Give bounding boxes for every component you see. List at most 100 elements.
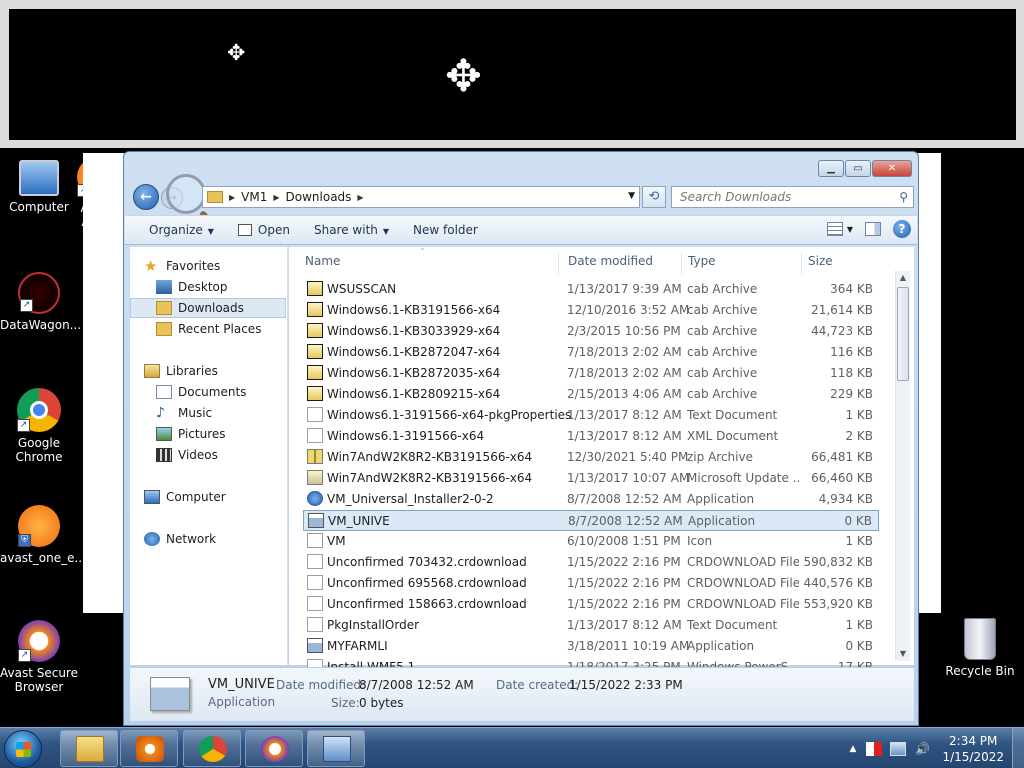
nav-label: Pictures	[178, 427, 226, 441]
taskbar-explorer-button[interactable]	[60, 730, 118, 767]
file-row[interactable]: Unconfirmed 158663.crdownload 1/15/2022 2…	[303, 594, 879, 615]
file-row[interactable]: Windows6.1-3191566-x64 1/13/2017 8:12 AM X…	[303, 426, 879, 447]
new-folder-label: New folder	[413, 223, 478, 237]
nav-pictures[interactable]: Pictures	[130, 424, 286, 444]
nav-libraries[interactable]: Libraries	[144, 361, 300, 381]
file-list[interactable]: Name Date modified Type Size ⌃ WSUSSCAN 1…	[289, 247, 914, 674]
preview-pane-button[interactable]	[865, 222, 881, 236]
scroll-down-icon[interactable]: ▼	[896, 647, 910, 661]
nav-recent-places[interactable]: Recent Places	[130, 319, 286, 339]
start-button[interactable]	[4, 730, 42, 768]
taskbar-media-player-button[interactable]	[120, 730, 178, 767]
recent-places-icon	[156, 322, 172, 336]
maximize-button[interactable]: ▭	[845, 160, 871, 177]
refresh-button[interactable]: ⟲	[642, 186, 666, 208]
nav-label: Computer	[166, 490, 226, 504]
nav-favorites[interactable]: ★ Favorites	[144, 256, 300, 276]
nav-documents[interactable]: Documents	[130, 382, 286, 402]
new-folder-button[interactable]: New folder	[401, 223, 490, 237]
file-row[interactable]: VM_Universal_Installer2-0-2 8/7/2008 12:5…	[303, 489, 879, 510]
nav-videos[interactable]: Videos	[130, 445, 286, 465]
column-header-type[interactable]: Type	[682, 251, 802, 275]
taskbar-avast-browser-button[interactable]	[245, 730, 303, 767]
move-cursor-icon: ✥	[445, 51, 482, 102]
desktop-icon-datawagon[interactable]: ↗ DataWagon...	[0, 272, 81, 332]
minimize-button[interactable]: ▁	[818, 160, 844, 177]
address-bar[interactable]: ▶ VM1 ▶ Downloads ▶ ▼	[202, 186, 640, 208]
organize-button[interactable]: Organize ▼	[137, 223, 226, 237]
desktop-icon-computer[interactable]: Computer	[0, 160, 78, 214]
shortcut-arrow-icon: ↗	[20, 299, 33, 312]
nav-music[interactable]: ♪ Music	[130, 403, 286, 423]
file-row[interactable]: Windows6.1-KB2872035-x64 7/18/2013 2:02 A…	[303, 363, 879, 384]
back-button[interactable]: ←	[133, 184, 159, 210]
file-date-modified: 1/13/2017 8:12 AM	[567, 408, 682, 422]
file-row[interactable]: Windows6.1-KB2809215-x64 2/15/2013 4:06 A…	[303, 384, 879, 405]
file-row[interactable]: Windows6.1-KB3191566-x64 12/10/2016 3:52 …	[303, 300, 879, 321]
avast-one-icon: ⛨	[18, 505, 60, 547]
file-row[interactable]: Win7AndW2K8R2-KB3191566-x64 1/13/2017 10:…	[303, 468, 879, 489]
file-row[interactable]: Win7AndW2K8R2-KB3191566-x64 12/30/2021 5:…	[303, 447, 879, 468]
search-icon[interactable]: ⚲	[899, 190, 908, 204]
column-label: Date modified	[568, 254, 654, 268]
help-button[interactable]: ?	[893, 220, 911, 238]
nav-computer[interactable]: Computer	[144, 487, 300, 507]
taskbar-chrome-button[interactable]	[183, 730, 241, 767]
file-row[interactable]: PkgInstallOrder 1/13/2017 8:12 AM Text Doc…	[303, 615, 879, 636]
volume-icon[interactable]: 🔊	[914, 742, 930, 756]
breadcrumb-separator-icon[interactable]: ▶	[229, 193, 235, 202]
folder-icon	[207, 191, 223, 203]
show-desktop-button[interactable]	[1012, 728, 1024, 768]
file-row[interactable]: VM_UNIVE 8/7/2008 12:52 AM Application 0 KB	[303, 510, 879, 531]
top-window-content[interactable]: ✥ ✥	[9, 9, 1016, 140]
breadcrumb-separator-icon[interactable]: ▶	[273, 193, 279, 202]
desktop-icon-chrome[interactable]: ↗ Google Chrome	[0, 388, 78, 464]
top-window[interactable]: ✥ ✥	[0, 0, 1024, 148]
breadcrumb-separator-icon[interactable]: ▶	[357, 193, 363, 202]
breadcrumb-vm1[interactable]: VM1	[241, 190, 267, 204]
close-button[interactable]: ✕	[872, 160, 912, 177]
nav-desktop[interactable]: Desktop	[130, 277, 286, 297]
vertical-scrollbar[interactable]: ▲ ▼	[895, 271, 910, 661]
column-header-name[interactable]: Name	[299, 251, 559, 275]
clock[interactable]: 2:34 PM 1/15/2022	[942, 733, 1004, 765]
file-row[interactable]: WSUSSCAN 1/13/2017 9:39 AM cab Archive 364 …	[303, 279, 879, 300]
address-dropdown-icon[interactable]: ▼	[628, 191, 635, 201]
file-row[interactable]: Windows6.1-KB2872047-x64 7/18/2013 2:02 A…	[303, 342, 879, 363]
desktop-icon-avast-one[interactable]: ⛨ avast_one_e...	[0, 505, 86, 565]
explorer-window[interactable]: ▁ ▭ ✕ ← → ▶ VM1 ▶ Downloads ▶ ▼ ⟲ Search…	[123, 151, 919, 726]
desktop-icon-recycle-bin[interactable]: Recycle Bin	[940, 618, 1020, 678]
scrollbar-thumb[interactable]	[897, 287, 909, 381]
file-size: 590,832 KB	[803, 555, 873, 569]
change-view-button[interactable]: ▼	[826, 222, 853, 236]
file-type: Icon	[687, 534, 713, 548]
file-type: cab Archive	[687, 282, 758, 296]
desktop-icon	[156, 280, 172, 294]
cab-archive-icon	[307, 386, 323, 401]
scroll-up-icon[interactable]: ▲	[896, 271, 910, 285]
nav-network[interactable]: Network	[144, 529, 300, 549]
open-button[interactable]: Open	[226, 223, 302, 237]
file-row[interactable]: Windows6.1-3191566-x64-pkgProperties 1/13…	[303, 405, 879, 426]
action-center-flag-icon[interactable]	[866, 741, 883, 756]
nav-downloads[interactable]: Downloads	[130, 298, 286, 318]
share-with-button[interactable]: Share with ▼	[302, 223, 401, 237]
search-input[interactable]: Search Downloads ⚲	[671, 186, 914, 208]
file-row[interactable]: Windows6.1-KB3033929-x64 2/3/2015 10:56 P…	[303, 321, 879, 342]
file-row[interactable]: MYFARMLI 3/18/2011 10:19 AM Application 0 K…	[303, 636, 879, 657]
file-row[interactable]: Unconfirmed 695568.crdownload 1/15/2022 2…	[303, 573, 879, 594]
desktop-icon-avast-secure-browser[interactable]: ↗ Avast Secure Browser	[0, 620, 78, 694]
column-header-size[interactable]: Size	[802, 251, 882, 275]
file-row[interactable]: VM 6/10/2008 1:51 PM Icon 1 KB	[303, 531, 879, 552]
file-type: CRDOWNLOAD File	[687, 597, 799, 611]
column-header-date[interactable]: Date modified	[562, 251, 682, 275]
desktop-icon-label: Recycle Bin	[945, 664, 1015, 678]
taskbar-remote-desktop-button[interactable]	[307, 730, 365, 767]
network-icon[interactable]	[890, 741, 907, 756]
file-date-modified: 6/10/2008 1:51 PM	[567, 534, 681, 548]
show-hidden-icons-icon[interactable]: ▲	[850, 744, 857, 754]
details-file-name: VM_UNIVE	[208, 677, 275, 692]
file-row[interactable]: Unconfirmed 703432.crdownload 1/15/2022 2…	[303, 552, 879, 573]
breadcrumb-downloads[interactable]: Downloads	[286, 190, 352, 204]
shortcut-arrow-icon: ↗	[18, 649, 31, 662]
